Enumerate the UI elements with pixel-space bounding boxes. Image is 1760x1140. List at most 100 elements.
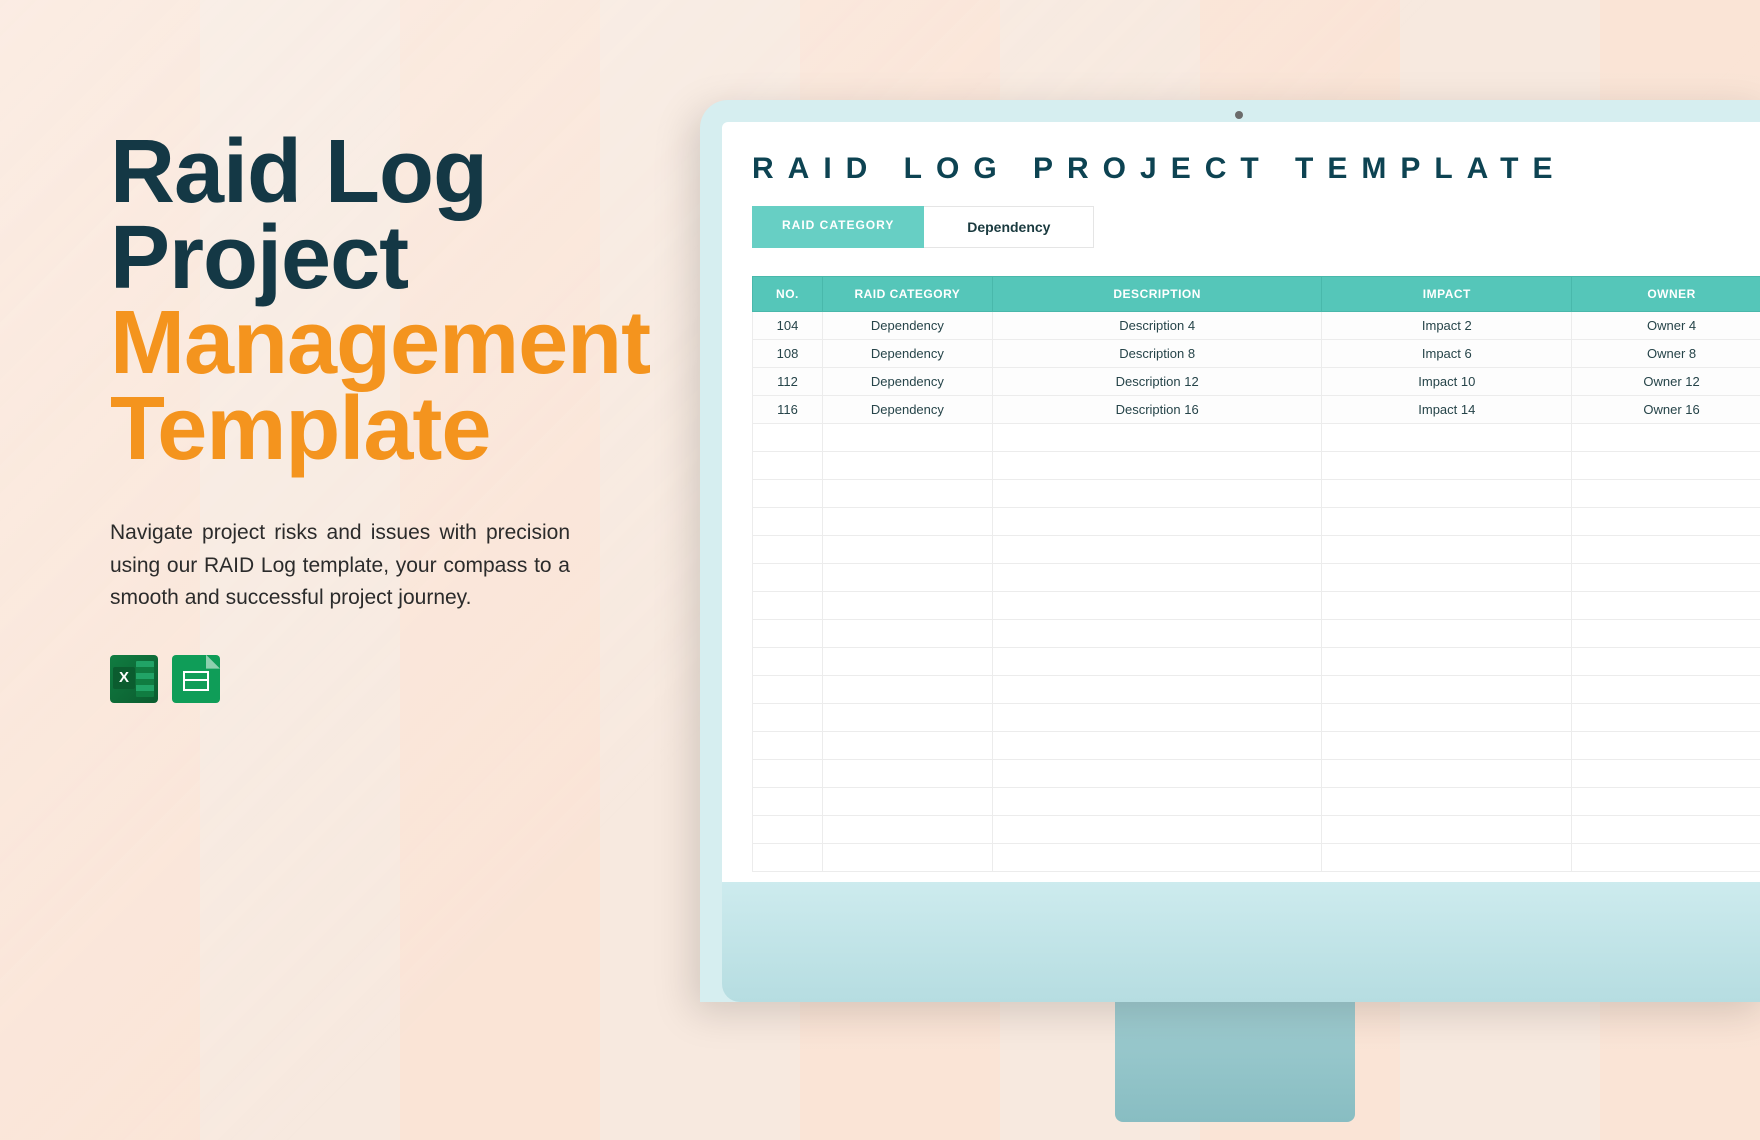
- table-row-empty[interactable]: [753, 676, 1760, 704]
- cell-empty[interactable]: [753, 620, 823, 648]
- cell-empty[interactable]: [753, 452, 823, 480]
- cell-no[interactable]: 112: [753, 368, 823, 396]
- table-row-empty[interactable]: [753, 536, 1760, 564]
- cell-empty[interactable]: [992, 704, 1322, 732]
- cell-empty[interactable]: [753, 732, 823, 760]
- cell-empty[interactable]: [753, 536, 823, 564]
- table-row-empty[interactable]: [753, 452, 1760, 480]
- cell-empty[interactable]: [1572, 704, 1760, 732]
- cell-empty[interactable]: [992, 620, 1322, 648]
- cell-empty[interactable]: [992, 676, 1322, 704]
- cell-empty[interactable]: [1572, 788, 1760, 816]
- cell-empty[interactable]: [822, 732, 992, 760]
- cell-empty[interactable]: [992, 788, 1322, 816]
- cell-empty[interactable]: [753, 816, 823, 844]
- cell-empty[interactable]: [822, 536, 992, 564]
- tab-dependency[interactable]: Dependency: [924, 206, 1094, 248]
- cell-desc[interactable]: Description 16: [992, 396, 1322, 424]
- cell-empty[interactable]: [753, 676, 823, 704]
- cell-empty[interactable]: [992, 648, 1322, 676]
- table-row-empty[interactable]: [753, 704, 1760, 732]
- table-row-empty[interactable]: [753, 480, 1760, 508]
- cell-empty[interactable]: [1572, 536, 1760, 564]
- cell-cat[interactable]: Dependency: [822, 340, 992, 368]
- cell-empty[interactable]: [753, 844, 823, 872]
- cell-empty[interactable]: [1572, 676, 1760, 704]
- cell-empty[interactable]: [822, 704, 992, 732]
- cell-empty[interactable]: [822, 452, 992, 480]
- cell-empty[interactable]: [1322, 452, 1572, 480]
- cell-impact[interactable]: Impact 2: [1322, 312, 1572, 340]
- table-row-empty[interactable]: [753, 816, 1760, 844]
- cell-owner[interactable]: Owner 8: [1572, 340, 1760, 368]
- table-row-empty[interactable]: [753, 648, 1760, 676]
- cell-empty[interactable]: [992, 480, 1322, 508]
- table-row-empty[interactable]: [753, 620, 1760, 648]
- cell-empty[interactable]: [1572, 648, 1760, 676]
- table-row-empty[interactable]: [753, 508, 1760, 536]
- cell-empty[interactable]: [753, 424, 823, 452]
- cell-empty[interactable]: [1322, 844, 1572, 872]
- cell-empty[interactable]: [753, 704, 823, 732]
- cell-empty[interactable]: [1322, 732, 1572, 760]
- cell-cat[interactable]: Dependency: [822, 368, 992, 396]
- cell-empty[interactable]: [822, 480, 992, 508]
- cell-no[interactable]: 116: [753, 396, 823, 424]
- cell-cat[interactable]: Dependency: [822, 396, 992, 424]
- cell-empty[interactable]: [1322, 564, 1572, 592]
- table-row-empty[interactable]: [753, 424, 1760, 452]
- cell-empty[interactable]: [1572, 760, 1760, 788]
- cell-empty[interactable]: [1572, 592, 1760, 620]
- cell-empty[interactable]: [822, 676, 992, 704]
- cell-empty[interactable]: [1572, 620, 1760, 648]
- cell-empty[interactable]: [822, 648, 992, 676]
- cell-empty[interactable]: [1572, 816, 1760, 844]
- cell-empty[interactable]: [1322, 508, 1572, 536]
- cell-empty[interactable]: [1322, 536, 1572, 564]
- cell-empty[interactable]: [1572, 564, 1760, 592]
- cell-empty[interactable]: [822, 816, 992, 844]
- cell-impact[interactable]: Impact 10: [1322, 368, 1572, 396]
- cell-owner[interactable]: Owner 12: [1572, 368, 1760, 396]
- cell-empty[interactable]: [1572, 424, 1760, 452]
- cell-desc[interactable]: Description 12: [992, 368, 1322, 396]
- table-row-empty[interactable]: [753, 732, 1760, 760]
- cell-empty[interactable]: [1322, 424, 1572, 452]
- cell-empty[interactable]: [822, 424, 992, 452]
- table-row[interactable]: 112DependencyDescription 12Impact 10Owne…: [753, 368, 1760, 396]
- table-row[interactable]: 116DependencyDescription 16Impact 14Owne…: [753, 396, 1760, 424]
- cell-empty[interactable]: [992, 424, 1322, 452]
- cell-empty[interactable]: [822, 844, 992, 872]
- google-sheets-icon[interactable]: [172, 655, 220, 703]
- cell-empty[interactable]: [753, 648, 823, 676]
- table-row[interactable]: 104DependencyDescription 4Impact 2Owner …: [753, 312, 1760, 340]
- cell-empty[interactable]: [1322, 760, 1572, 788]
- cell-empty[interactable]: [1572, 732, 1760, 760]
- cell-empty[interactable]: [753, 592, 823, 620]
- cell-impact[interactable]: Impact 14: [1322, 396, 1572, 424]
- cell-owner[interactable]: Owner 4: [1572, 312, 1760, 340]
- cell-empty[interactable]: [992, 564, 1322, 592]
- cell-empty[interactable]: [822, 788, 992, 816]
- cell-empty[interactable]: [753, 508, 823, 536]
- cell-empty[interactable]: [1322, 788, 1572, 816]
- cell-empty[interactable]: [753, 480, 823, 508]
- cell-empty[interactable]: [822, 620, 992, 648]
- cell-empty[interactable]: [992, 844, 1322, 872]
- cell-empty[interactable]: [1572, 452, 1760, 480]
- cell-empty[interactable]: [1322, 676, 1572, 704]
- cell-empty[interactable]: [992, 536, 1322, 564]
- cell-desc[interactable]: Description 4: [992, 312, 1322, 340]
- cell-empty[interactable]: [992, 508, 1322, 536]
- cell-empty[interactable]: [822, 508, 992, 536]
- table-row-empty[interactable]: [753, 760, 1760, 788]
- cell-no[interactable]: 108: [753, 340, 823, 368]
- table-row-empty[interactable]: [753, 788, 1760, 816]
- cell-empty[interactable]: [1322, 648, 1572, 676]
- cell-cat[interactable]: Dependency: [822, 312, 992, 340]
- table-row-empty[interactable]: [753, 592, 1760, 620]
- cell-empty[interactable]: [1322, 704, 1572, 732]
- cell-no[interactable]: 104: [753, 312, 823, 340]
- table-row-empty[interactable]: [753, 564, 1760, 592]
- cell-empty[interactable]: [822, 564, 992, 592]
